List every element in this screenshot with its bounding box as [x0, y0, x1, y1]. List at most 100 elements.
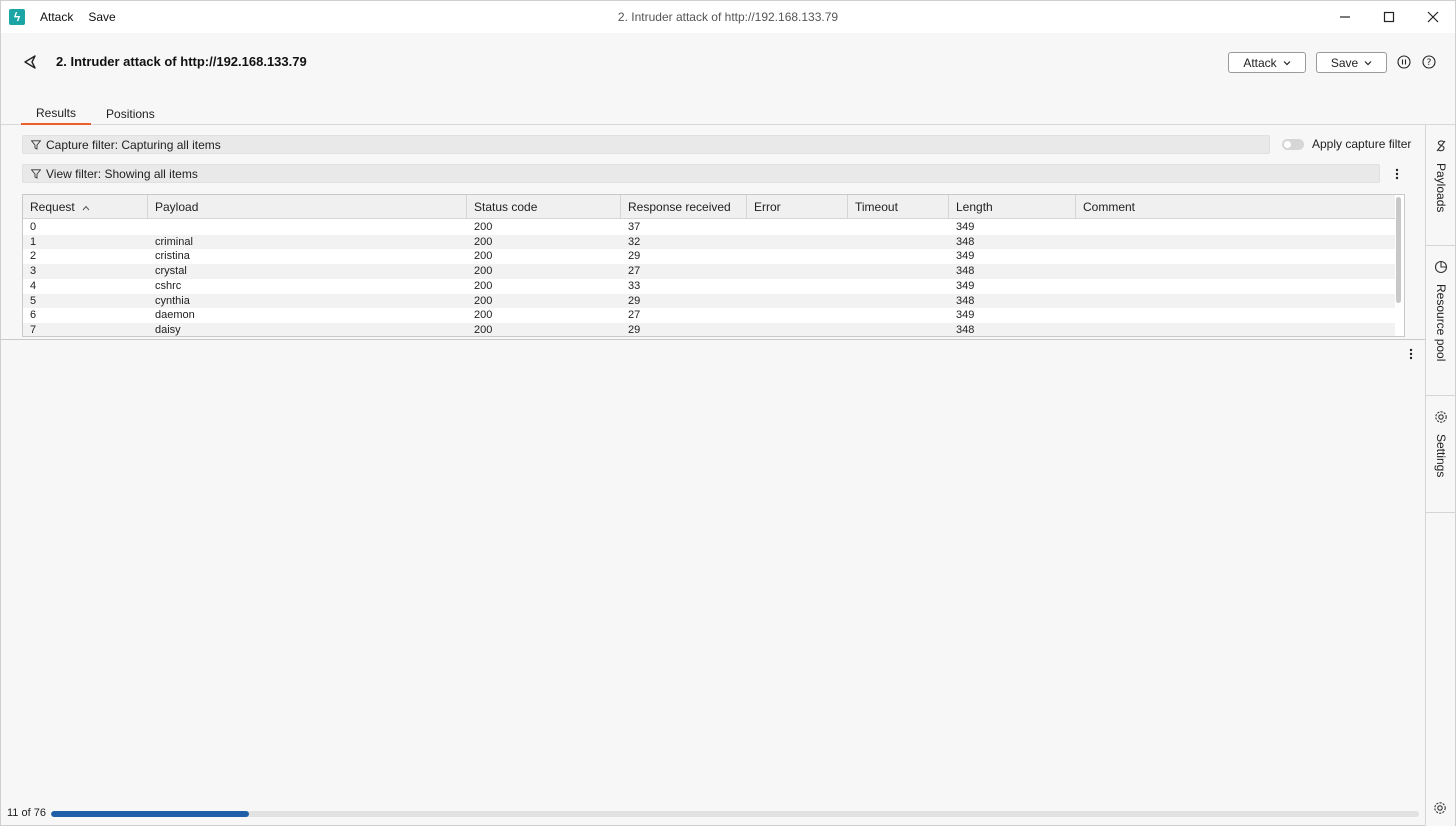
side-panel: Payloads Resource pool Settings	[1425, 125, 1456, 826]
column-header-payload[interactable]: Payload	[148, 195, 467, 219]
table-row[interactable]: 4 cshrc 200 33 349	[23, 279, 1395, 294]
maximize-button[interactable]	[1367, 1, 1411, 33]
status-bar: 11 of 76	[1, 801, 1425, 825]
close-window-button[interactable]	[1411, 1, 1455, 33]
side-tab-settings[interactable]: Settings	[1426, 396, 1456, 513]
column-header-comment[interactable]: Comment	[1076, 195, 1395, 219]
cell-response-received: 29	[628, 250, 641, 263]
cell-payload: daemon	[155, 309, 195, 322]
close-icon	[1427, 11, 1439, 23]
table-row[interactable]: 3 crystal 200 27 348	[23, 264, 1395, 279]
payloads-icon	[1436, 140, 1446, 152]
results-menu-button[interactable]	[1392, 167, 1402, 181]
side-label-settings: Settings	[1434, 434, 1448, 478]
attack-dropdown-button[interactable]: Attack	[1228, 52, 1306, 73]
title-bar: ϟ Attack Save 2. Intruder attack of http…	[1, 1, 1455, 33]
column-header-request[interactable]: Request	[23, 195, 148, 219]
maximize-icon	[1383, 11, 1395, 23]
cell-payload: cshrc	[155, 279, 182, 292]
table-row[interactable]: 6 daemon 200 27 349	[23, 308, 1395, 323]
cell-response-received: 32	[628, 235, 641, 248]
cell-response-received: 27	[628, 309, 641, 322]
progress-count: 11 of 76	[7, 807, 46, 819]
back-arrow-icon[interactable]	[21, 53, 39, 71]
cell-length: 348	[956, 294, 975, 307]
column-header-length[interactable]: Length	[949, 195, 1076, 219]
view-filter-bar[interactable]: View filter: Showing all items	[22, 164, 1380, 183]
apply-capture-filter-label: Apply capture filter	[1312, 137, 1412, 151]
pie-chart-icon	[1434, 260, 1448, 274]
attack-button-label: Attack	[1243, 55, 1277, 70]
cell-length: 348	[956, 265, 975, 278]
cell-length: 348	[956, 235, 975, 248]
pause-icon[interactable]	[1397, 55, 1411, 69]
cell-request: 4	[30, 279, 37, 292]
cell-response-received: 37	[628, 221, 641, 233]
more-vertical-icon	[1409, 348, 1413, 360]
pane-menu-button[interactable]	[1406, 347, 1416, 361]
chevron-down-icon	[1364, 60, 1372, 65]
cell-status-code: 200	[474, 221, 493, 233]
cell-status-code: 200	[474, 309, 493, 322]
tab-positions[interactable]: Positions	[91, 103, 170, 125]
table-row[interactable]: 0 200 37 349	[23, 220, 1395, 235]
burp-logo-icon: ϟ	[9, 9, 25, 25]
cell-payload: daisy	[155, 323, 181, 336]
cell-request: 1	[30, 235, 37, 248]
cell-status-code: 200	[474, 279, 493, 292]
tab-results[interactable]: Results	[21, 103, 92, 125]
side-label-payloads: Payloads	[1434, 163, 1448, 213]
table-row[interactable]: 5 cynthia 200 29 348	[23, 293, 1395, 309]
column-header-status-code[interactable]: Status code	[467, 195, 621, 219]
filter-icon	[31, 139, 41, 150]
cell-response-received: 29	[628, 294, 641, 307]
menu-save[interactable]: Save	[88, 10, 115, 24]
table-row[interactable]: 2 cristina 200 29 349	[23, 249, 1395, 264]
cell-length: 349	[956, 250, 975, 263]
cell-request: 6	[30, 309, 37, 322]
sort-ascending-icon	[82, 205, 90, 211]
filter-icon	[31, 168, 41, 179]
results-table: Request Payload Status code Response rec…	[22, 194, 1405, 337]
cell-payload: criminal	[155, 235, 193, 248]
chevron-down-icon	[1283, 60, 1291, 65]
attack-header: 2. Intruder attack of http://192.168.133…	[1, 33, 1455, 125]
cell-length: 349	[956, 279, 975, 292]
capture-filter-text: Capture filter: Capturing all items	[46, 137, 221, 152]
menu-attack[interactable]: Attack	[40, 10, 73, 24]
column-header-error[interactable]: Error	[747, 195, 848, 219]
settings-gear-icon[interactable]	[1433, 801, 1447, 815]
table-row[interactable]: 1 criminal 200 32 348	[23, 234, 1395, 250]
help-icon[interactable]: ?	[1422, 55, 1436, 69]
side-tab-resource-pool[interactable]: Resource pool	[1426, 246, 1456, 396]
save-dropdown-button[interactable]: Save	[1316, 52, 1387, 73]
cell-status-code: 200	[474, 323, 493, 336]
cell-status-code: 200	[474, 294, 493, 307]
svg-text:?: ?	[1427, 58, 1432, 68]
cell-request: 5	[30, 294, 37, 307]
cell-status-code: 200	[474, 265, 493, 278]
minimize-button[interactable]	[1323, 1, 1367, 33]
cell-request: 7	[30, 323, 37, 336]
minimize-icon	[1340, 16, 1350, 18]
table-scrollbar[interactable]	[1396, 197, 1401, 303]
view-filter-text: View filter: Showing all items	[46, 166, 198, 181]
column-header-timeout[interactable]: Timeout	[848, 195, 949, 219]
table-header: Request Payload Status code Response rec…	[23, 195, 1395, 219]
progress-fill	[51, 811, 249, 817]
attack-progress-bar	[51, 811, 1419, 817]
capture-filter-bar[interactable]: Capture filter: Capturing all items	[22, 135, 1270, 154]
more-vertical-icon	[1395, 168, 1399, 180]
apply-capture-filter-toggle[interactable]	[1282, 139, 1304, 150]
cell-length: 349	[956, 221, 975, 233]
table-row[interactable]: 7 daisy 200 29 348	[23, 322, 1395, 336]
cell-request: 2	[30, 250, 37, 263]
column-header-response-received[interactable]: Response received	[621, 195, 747, 219]
cell-payload: crystal	[155, 265, 187, 278]
cell-status-code: 200	[474, 235, 493, 248]
side-label-resource-pool: Resource pool	[1434, 284, 1448, 362]
cell-status-code: 200	[474, 250, 493, 263]
page-title: 2. Intruder attack of http://192.168.133…	[56, 54, 307, 69]
side-tab-payloads[interactable]: Payloads	[1426, 125, 1456, 246]
window-title: 2. Intruder attack of http://192.168.133…	[617, 10, 839, 24]
